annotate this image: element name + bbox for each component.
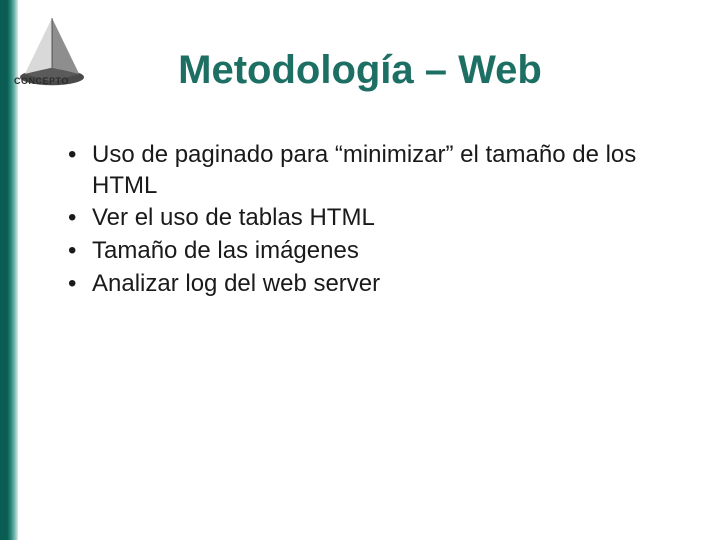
list-item: Uso de paginado para “minimizar” el tama… xyxy=(58,140,680,201)
list-item: Tamaño de las imágenes xyxy=(58,236,680,267)
slide-title: Metodología – Web xyxy=(0,48,720,93)
list-item: Analizar log del web server xyxy=(58,269,680,300)
bullet-list: Uso de paginado para “minimizar” el tama… xyxy=(58,140,680,302)
list-item: Ver el uso de tablas HTML xyxy=(58,203,680,234)
